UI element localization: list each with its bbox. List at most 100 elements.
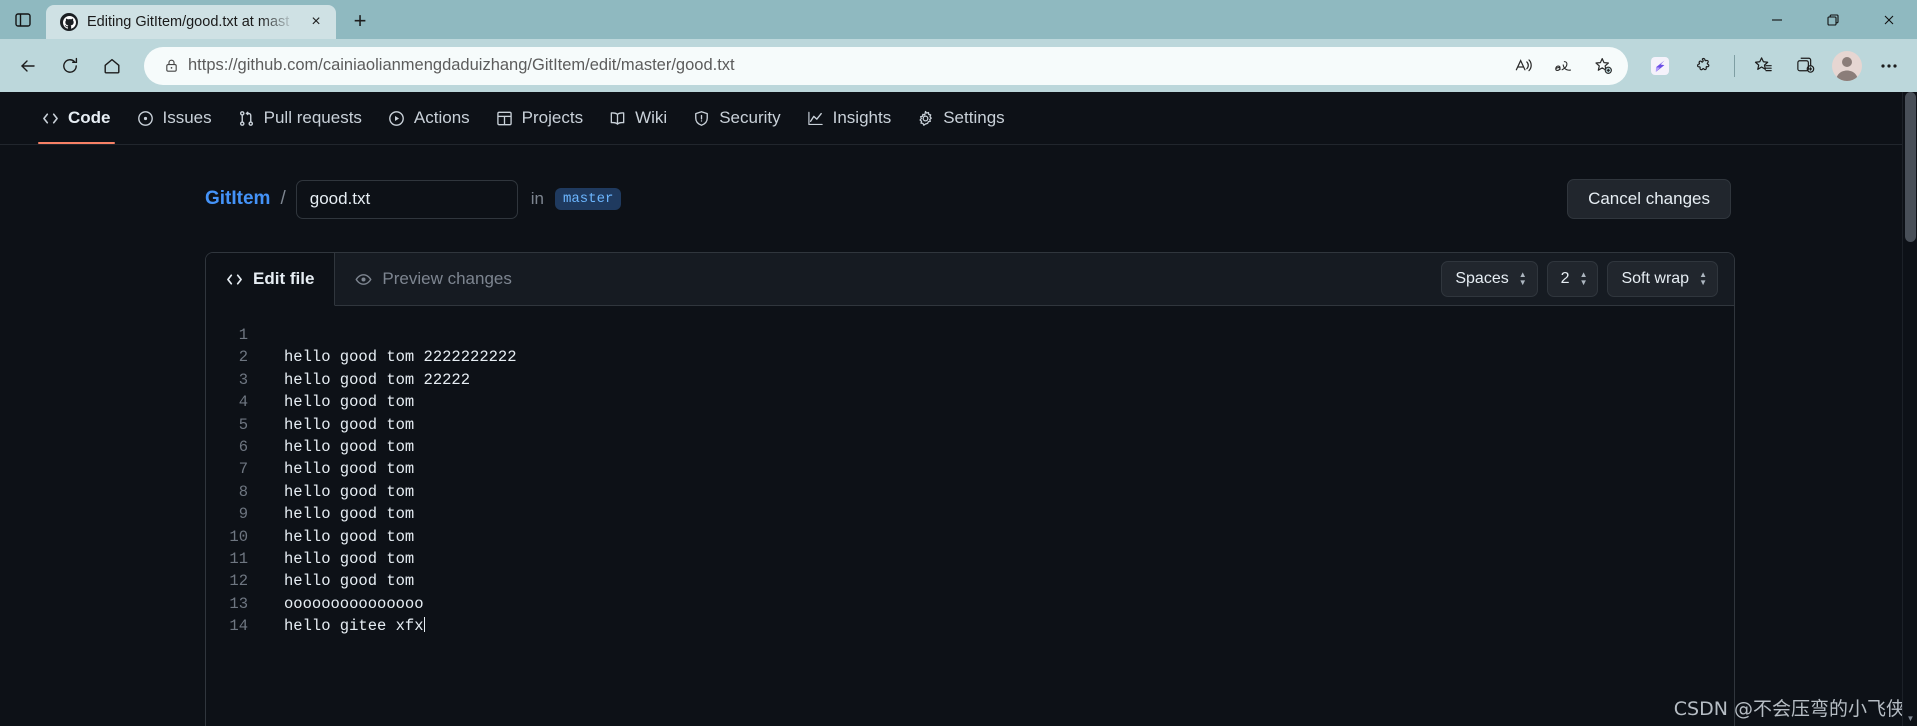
line-number: 9 [238, 505, 248, 524]
new-tab-button[interactable]: + [342, 6, 378, 36]
tabbar-spacer [532, 253, 1441, 305]
tab-edit-file[interactable]: Edit file [206, 253, 336, 306]
toolbar-divider [1734, 54, 1735, 77]
indent-mode-select[interactable]: Spaces ▲ ▼ [1441, 261, 1538, 297]
nav-item-issues[interactable]: Issues [125, 92, 224, 144]
code-line[interactable]: ooooooooooooooo [284, 593, 1734, 615]
nav-label: Code [68, 108, 111, 127]
browser-titlebar: Editing GitItem/good.txt at mast × + [0, 0, 1917, 39]
code-text[interactable]: hello good tom 2222222222 hello good tom … [254, 324, 1734, 638]
code-line[interactable] [284, 324, 1734, 346]
code-line[interactable]: hello good tom [284, 414, 1734, 436]
close-icon[interactable]: × [304, 10, 328, 34]
collections-icon[interactable] [1785, 47, 1825, 85]
line-number: 13 [229, 594, 248, 613]
code-line[interactable]: hello good tom 2222222222 [284, 346, 1734, 368]
line-number: 1 [238, 326, 248, 344]
code-line[interactable]: hello good tom [284, 548, 1734, 570]
tab-actions-icon[interactable] [0, 0, 46, 39]
read-aloud-icon[interactable] [1506, 50, 1540, 82]
wrap-mode-select[interactable]: Soft wrap ▲ ▼ [1607, 261, 1718, 297]
tab-title: Editing GitItem/good.txt at mast [87, 14, 290, 30]
refresh-icon[interactable] [50, 47, 90, 85]
code-line[interactable]: hello good tom [284, 391, 1734, 413]
browser-tab[interactable]: Editing GitItem/good.txt at mast × [46, 5, 336, 39]
indent-size-value: 2 [1560, 270, 1570, 287]
back-arrow-icon[interactable] [8, 47, 48, 85]
repo-name-link[interactable]: GitItem [205, 188, 270, 210]
code-line[interactable]: hello good tom 22222 [284, 369, 1734, 391]
code-line[interactable]: hello good tom [284, 503, 1734, 525]
line-number: 8 [238, 482, 248, 501]
code-line[interactable]: hello good tom [284, 526, 1734, 548]
nav-item-actions[interactable]: Actions [376, 92, 482, 144]
nav-item-pull-requests[interactable]: Pull requests [226, 92, 374, 144]
line-number: 5 [238, 415, 248, 434]
nav-label: Wiki [635, 108, 668, 127]
chevron-updown-icon: ▲ ▼ [1579, 270, 1588, 287]
nav-label: Settings [943, 108, 1005, 127]
lock-icon [160, 58, 182, 73]
code-line[interactable]: hello good tom [284, 458, 1734, 480]
line-number: 4 [238, 393, 248, 412]
minimize-icon[interactable] [1749, 0, 1805, 39]
nav-item-security[interactable]: Security [681, 92, 792, 144]
branch-badge: master [554, 188, 622, 210]
extensions-puzzle-icon[interactable] [1682, 47, 1726, 85]
in-label: in [530, 189, 544, 208]
add-favorite-star-icon[interactable] [1586, 50, 1620, 82]
code-line[interactable]: hello good tom [284, 481, 1734, 503]
page-scrollbar[interactable]: ▲ ▼ [1902, 92, 1917, 726]
nav-item-insights[interactable]: Insights [795, 92, 904, 144]
gear-icon [917, 110, 934, 127]
line-number: 12 [229, 572, 248, 591]
nav-label: Pull requests [263, 108, 362, 127]
play-icon [388, 110, 405, 127]
tab-preview-changes[interactable]: Preview changes [335, 253, 531, 305]
tab-label: Preview changes [382, 269, 512, 288]
maximize-icon[interactable] [1805, 0, 1861, 39]
favorites-star-icon[interactable] [1743, 47, 1783, 85]
indent-mode-value: Spaces [1455, 270, 1509, 287]
line-number: 2 [238, 348, 248, 367]
filename-input[interactable] [295, 179, 518, 219]
window-close-icon[interactable] [1861, 0, 1917, 39]
code-icon [226, 271, 243, 288]
code-line[interactable]: hello good tom [284, 436, 1734, 458]
browser-window: Editing GitItem/good.txt at mast × + htt… [0, 0, 1917, 726]
settings-ellipsis-icon[interactable] [1869, 47, 1909, 85]
indent-size-select[interactable]: 2 ▲ ▼ [1546, 261, 1599, 297]
nav-label: Issues [162, 108, 212, 127]
shield-icon [693, 110, 710, 127]
code-line[interactable]: hello gitee xfx [284, 615, 1734, 637]
url-text: https://github.com/cainiaolianmengdaduiz… [188, 56, 735, 74]
translate-icon[interactable] [1546, 50, 1580, 82]
home-icon[interactable] [92, 47, 132, 85]
scroll-down-icon[interactable]: ▼ [1903, 711, 1917, 726]
github-page: Code Issues Pull requests Actions Projec… [0, 92, 1917, 726]
path-separator: / [280, 188, 286, 209]
code-line[interactable]: hello good tom [284, 570, 1734, 592]
line-number: 10 [229, 527, 248, 546]
code-editor-area[interactable]: 1 2 3 4 5 6 7 8 9 10 11 12 13 14 hello good tom 22222… [206, 306, 1734, 638]
wrap-mode-value: Soft wrap [1621, 270, 1690, 287]
nav-item-code[interactable]: Code [30, 92, 123, 144]
scrollbar-thumb[interactable] [1905, 92, 1916, 242]
nav-item-wiki[interactable]: Wiki [597, 92, 679, 144]
nav-label: Security [719, 108, 781, 127]
nav-label: Actions [413, 108, 470, 127]
table-icon [496, 110, 513, 127]
book-icon [609, 110, 626, 127]
watermark: CSDN @不会压弯的小飞侠 [1673, 698, 1905, 720]
line-number: 3 [238, 370, 248, 389]
nav-item-projects[interactable]: Projects [484, 92, 595, 144]
line-number: 7 [238, 460, 248, 479]
profile-avatar-icon[interactable] [1827, 47, 1867, 85]
nav-label: Projects [521, 108, 584, 127]
cancel-changes-button[interactable]: Cancel changes [1567, 179, 1731, 219]
text-cursor [423, 617, 425, 633]
split-screen-icon[interactable] [1640, 47, 1680, 85]
address-bar[interactable]: https://github.com/cainiaolianmengdaduiz… [144, 46, 1628, 85]
github-icon [60, 13, 78, 31]
nav-item-settings[interactable]: Settings [905, 92, 1016, 144]
